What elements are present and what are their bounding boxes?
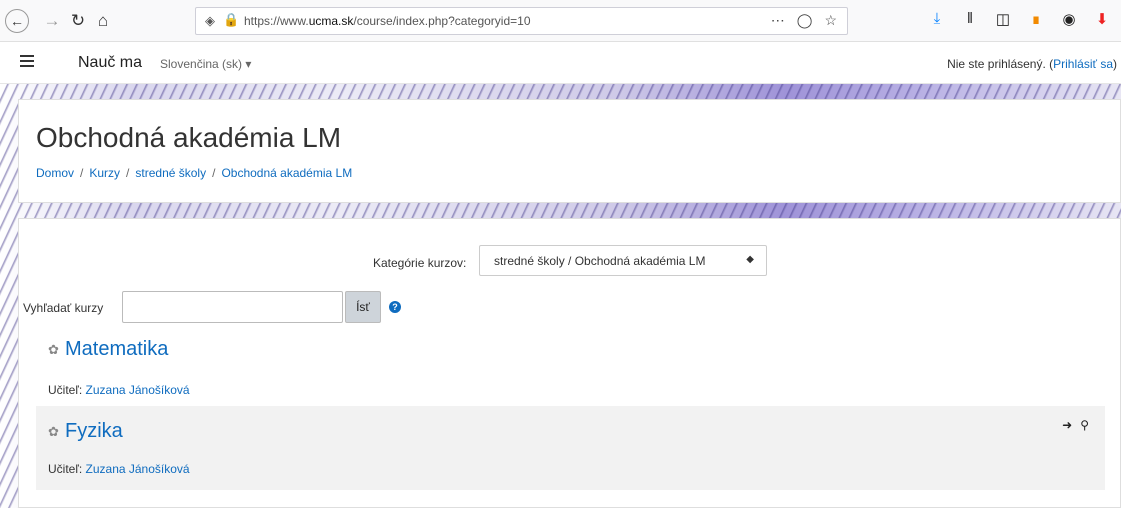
breadcrumb-subcategory[interactable]: Obchodná akadémia LM: [221, 166, 352, 180]
go-button[interactable]: Ísť: [345, 291, 381, 323]
forward-icon[interactable]: →: [40, 9, 64, 33]
course-icon: ✿: [48, 424, 59, 439]
breadcrumb-category[interactable]: stredné školy: [135, 166, 206, 180]
back-icon[interactable]: ←: [5, 9, 29, 33]
pocket-icon[interactable]: ◯: [797, 12, 813, 29]
pdf-download-icon[interactable]: ⬇: [1093, 10, 1111, 28]
shield-icon[interactable]: ◈: [205, 13, 215, 29]
breadcrumb-courses[interactable]: Kurzy: [89, 166, 120, 180]
help-icon[interactable]: ?: [389, 301, 401, 313]
course-icon: ✿: [48, 342, 59, 357]
teacher-link[interactable]: Zuzana Jánošíková: [86, 383, 190, 397]
login-info: Nie ste prihlásený. (Prihlásiť sa): [947, 57, 1117, 71]
address-bar[interactable]: ◈ 🔒 https://www.ucma.sk/course/index.php…: [195, 7, 848, 35]
breadcrumb-separator: /: [80, 166, 84, 180]
course-item: ✿ Matematika Učiteľ: Zuzana Jánošíková: [36, 332, 1105, 407]
teacher-label: Učiteľ:: [48, 462, 83, 476]
enrol-icon[interactable]: ➜: [1062, 418, 1072, 432]
url-prefix: https://www.: [244, 14, 309, 28]
lock-icon[interactable]: 🔒: [223, 12, 239, 28]
url-text[interactable]: https://www.ucma.sk/course/index.php?cat…: [244, 14, 531, 28]
download-icon[interactable]: ⤓: [928, 10, 946, 28]
course-teacher: Učiteľ: Zuzana Jánošíková: [48, 462, 190, 476]
breadcrumb: Domov / Kurzy / stredné školy / Obchodná…: [36, 166, 352, 180]
teacher-link[interactable]: Zuzana Jánošíková: [86, 462, 190, 476]
page-title: Obchodná akadémia LM: [36, 122, 342, 153]
search-label: Vyhľadať kurzy: [23, 301, 104, 315]
rss-icon[interactable]: ∎: [1027, 10, 1045, 28]
teacher-label: Učiteľ:: [48, 383, 83, 397]
site-navbar: Nauč ma Slovenčina (sk) ▾ Nie ste prihlá…: [0, 42, 1121, 84]
page-header: Obchodná akadémia LM Domov / Kurzy / str…: [18, 99, 1121, 203]
updown-arrow-icon: ◆: [746, 254, 754, 265]
course-link[interactable]: Matematika: [65, 338, 168, 361]
account-icon[interactable]: ◉: [1060, 10, 1078, 28]
site-name[interactable]: Nauč ma: [78, 54, 142, 72]
breadcrumb-home[interactable]: Domov: [36, 166, 74, 180]
url-domain: ucma.sk: [308, 14, 354, 28]
language-menu[interactable]: Slovenčina (sk) ▾: [160, 57, 251, 71]
category-label: Kategórie kurzov:: [373, 256, 467, 270]
sidebar-icon[interactable]: ◫: [994, 10, 1012, 28]
language-label: Slovenčina (sk): [160, 57, 243, 71]
reload-icon[interactable]: ↻: [66, 9, 90, 33]
course-teacher: Učiteľ: Zuzana Jánošíková: [48, 383, 190, 397]
course-item: ✿ Fyzika ➜ ⚲ Učiteľ: Zuzana Jánošíková: [36, 406, 1105, 490]
caret-down-icon: ▾: [245, 57, 252, 71]
category-selected-value: stredné školy / Obchodná akadémia LM: [494, 254, 706, 268]
main-content: Kategórie kurzov: stredné školy / Obchod…: [18, 218, 1121, 508]
menu-icon[interactable]: [20, 55, 34, 67]
login-text: Nie ste prihlásený. (: [947, 57, 1054, 71]
browser-toolbar: ← → ↻ ⌂ ◈ 🔒 https://www.ucma.sk/course/i…: [0, 0, 1121, 42]
more-icon[interactable]: ⋯: [771, 12, 785, 29]
search-input[interactable]: [122, 291, 343, 323]
category-select[interactable]: stredné školy / Obchodná akadémia LM ◆: [479, 245, 767, 276]
login-link[interactable]: Prihlásiť sa: [1053, 57, 1113, 71]
key-icon[interactable]: ⚲: [1080, 418, 1089, 432]
library-icon[interactable]: ‖: [961, 10, 979, 28]
breadcrumb-separator: /: [212, 166, 216, 180]
star-icon[interactable]: ☆: [824, 12, 837, 29]
url-path: /course/index.php?categoryid=10: [353, 14, 531, 28]
course-link[interactable]: Fyzika: [65, 420, 123, 443]
home-icon[interactable]: ⌂: [91, 9, 115, 33]
breadcrumb-separator: /: [126, 166, 130, 180]
login-close: ): [1113, 57, 1117, 71]
